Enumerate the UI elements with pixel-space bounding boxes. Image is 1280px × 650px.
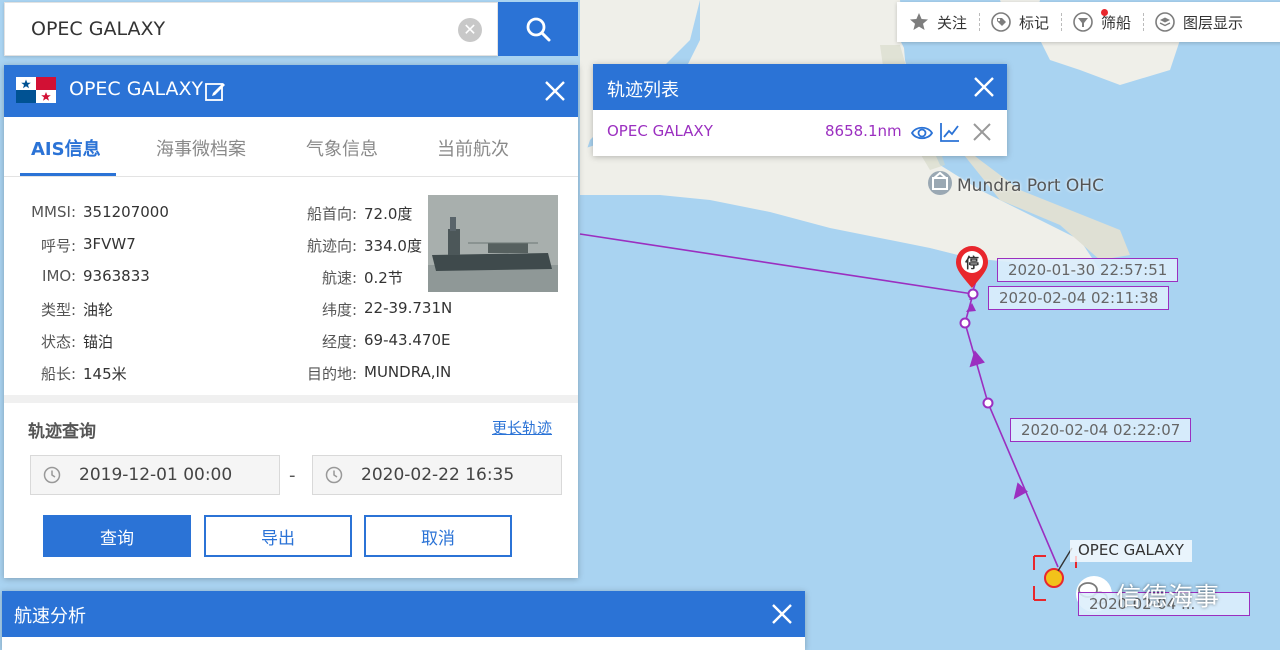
speed-analysis-header: 航速分析 — [2, 591, 805, 637]
tab-maritime-archive[interactable]: 海事微档案 — [156, 135, 246, 161]
track-query-title: 轨迹查询 — [28, 422, 96, 442]
panama-flag-icon — [16, 77, 56, 103]
close-speed-panel-button[interactable] — [769, 601, 795, 627]
track-list-row[interactable]: OPEC GALAXY 8658.1nm — [593, 110, 1007, 156]
date-separator: - — [289, 465, 296, 486]
edit-icon[interactable] — [204, 80, 226, 102]
field-label: MMSI: — [31, 203, 76, 221]
query-button[interactable]: 查询 — [43, 515, 191, 557]
start-date-value: 2019-12-01 00:00 — [79, 465, 233, 485]
tag-icon — [991, 12, 1011, 32]
field-label: 船长: — [40, 365, 76, 383]
status-value: 锚泊 — [83, 333, 114, 351]
toolbar-filter-button[interactable]: 筛船 — [1061, 2, 1143, 42]
toolbar-label: 图层显示 — [1183, 13, 1244, 32]
length-value: 145米 — [83, 365, 127, 383]
tab-current-voyage[interactable]: 当前航次 — [437, 135, 509, 161]
speed-value: 0.2节 — [364, 269, 403, 287]
imo-value: 9363833 — [83, 267, 150, 285]
field-label: 呼号: — [40, 237, 76, 255]
search-icon — [526, 17, 551, 42]
ship-name: OPEC GALAXY — [69, 78, 204, 100]
field-label: 状态: — [40, 333, 76, 351]
type-value: 油轮 — [83, 301, 114, 319]
toolbar-label: 标记 — [1019, 13, 1050, 32]
ship-name-label[interactable]: OPEC GALAXY — [1070, 540, 1192, 562]
latitude-value: 22-39.731N — [364, 299, 453, 317]
line-chart-icon[interactable] — [939, 121, 961, 143]
track-query-section: 轨迹查询 更长轨迹 2019-12-01 00:00 - 2020-02-22 … — [4, 395, 578, 578]
filter-icon — [1073, 12, 1093, 32]
close-icon: ✕ — [463, 20, 477, 39]
start-date-field[interactable]: 2019-12-01 00:00 — [30, 455, 280, 495]
field-label: 纬度: — [321, 301, 357, 319]
speed-analysis-title: 航速分析 — [14, 606, 86, 627]
watermark-text: 信德海事 — [1116, 582, 1221, 611]
clear-search-button[interactable]: ✕ — [458, 18, 482, 42]
track-time-label: 2020-01-30 22:57:51 — [997, 258, 1179, 282]
ship-info-panel: OPEC GALAXY AIS信息 海事微档案 气象信息 当前航次 MMSI: 3… — [4, 65, 578, 578]
toolbar-mark-button[interactable]: 标记 — [979, 2, 1061, 42]
search-button[interactable] — [498, 2, 578, 56]
track-distance: 8658.1nm — [825, 122, 902, 140]
toolbar-layers-button[interactable]: 图层显示 — [1143, 2, 1255, 42]
track-list-panel: 轨迹列表 OPEC GALAXY 8658.1nm — [593, 64, 1007, 156]
callsign-value: 3FVW7 — [83, 235, 136, 253]
clock-icon — [43, 466, 61, 484]
toolbar-follow-button[interactable]: 关注 — [897, 2, 979, 42]
search-input[interactable] — [5, 3, 445, 55]
field-label: 航迹向: — [306, 237, 357, 255]
track-ship-name: OPEC GALAXY — [607, 122, 713, 140]
longitude-value: 69-43.470E — [364, 331, 451, 349]
speed-analysis-panel: 航速分析 — [2, 591, 805, 650]
active-tab-indicator — [20, 173, 116, 176]
ship-photo[interactable] — [428, 195, 558, 292]
track-list-title: 轨迹列表 — [607, 80, 679, 101]
field-label: 经度: — [321, 333, 357, 351]
track-list-header: 轨迹列表 — [593, 64, 1007, 110]
ship-tabs: AIS信息 海事微档案 气象信息 当前航次 — [4, 117, 578, 177]
mmsi-value: 351207000 — [83, 203, 169, 221]
destination-value: MUNDRA,IN — [364, 363, 452, 381]
close-panel-button[interactable] — [542, 78, 568, 104]
tab-ais-info[interactable]: AIS信息 — [31, 135, 101, 161]
star-icon — [909, 12, 929, 32]
close-track-list-button[interactable] — [971, 74, 997, 100]
port-label[interactable]: Mundra Port OHC — [957, 176, 1104, 196]
layers-icon — [1155, 12, 1175, 32]
course-value: 334.0度 — [364, 237, 422, 255]
toolbar-label: 关注 — [937, 13, 968, 32]
track-time-label: 2020-02-04 02:22:07 — [1010, 418, 1192, 442]
end-date-value: 2020-02-22 16:35 — [361, 465, 515, 485]
tab-weather-info[interactable]: 气象信息 — [306, 135, 378, 161]
ais-info-grid: MMSI: 351207000 呼号: 3FVW7 IMO: 9363833 类型: 油… — [4, 195, 452, 391]
top-toolbar: 关注 标记 筛船 图层显示 — [897, 2, 1280, 42]
stop-pin-label: 停 — [965, 255, 979, 272]
field-label: IMO: — [42, 267, 76, 285]
field-label: 船首向: — [306, 205, 357, 223]
port-icon — [928, 171, 952, 195]
search-bar: ✕ — [4, 2, 498, 56]
heading-value: 72.0度 — [364, 205, 413, 223]
eye-icon[interactable] — [911, 122, 933, 144]
remove-track-icon[interactable] — [971, 121, 993, 143]
field-label: 类型: — [40, 301, 76, 319]
field-label: 目的地: — [306, 365, 357, 383]
field-label: 航速: — [321, 269, 357, 287]
export-button[interactable]: 导出 — [204, 515, 352, 557]
longer-track-link[interactable]: 更长轨迹 — [492, 417, 552, 438]
ship-panel-header: OPEC GALAXY — [4, 65, 578, 117]
notification-dot — [1101, 9, 1109, 16]
cancel-button[interactable]: 取消 — [364, 515, 512, 557]
end-date-field[interactable]: 2020-02-22 16:35 — [312, 455, 562, 495]
clock-icon — [325, 466, 343, 484]
track-time-label: 2020-02-04 02:11:38 — [988, 286, 1170, 310]
